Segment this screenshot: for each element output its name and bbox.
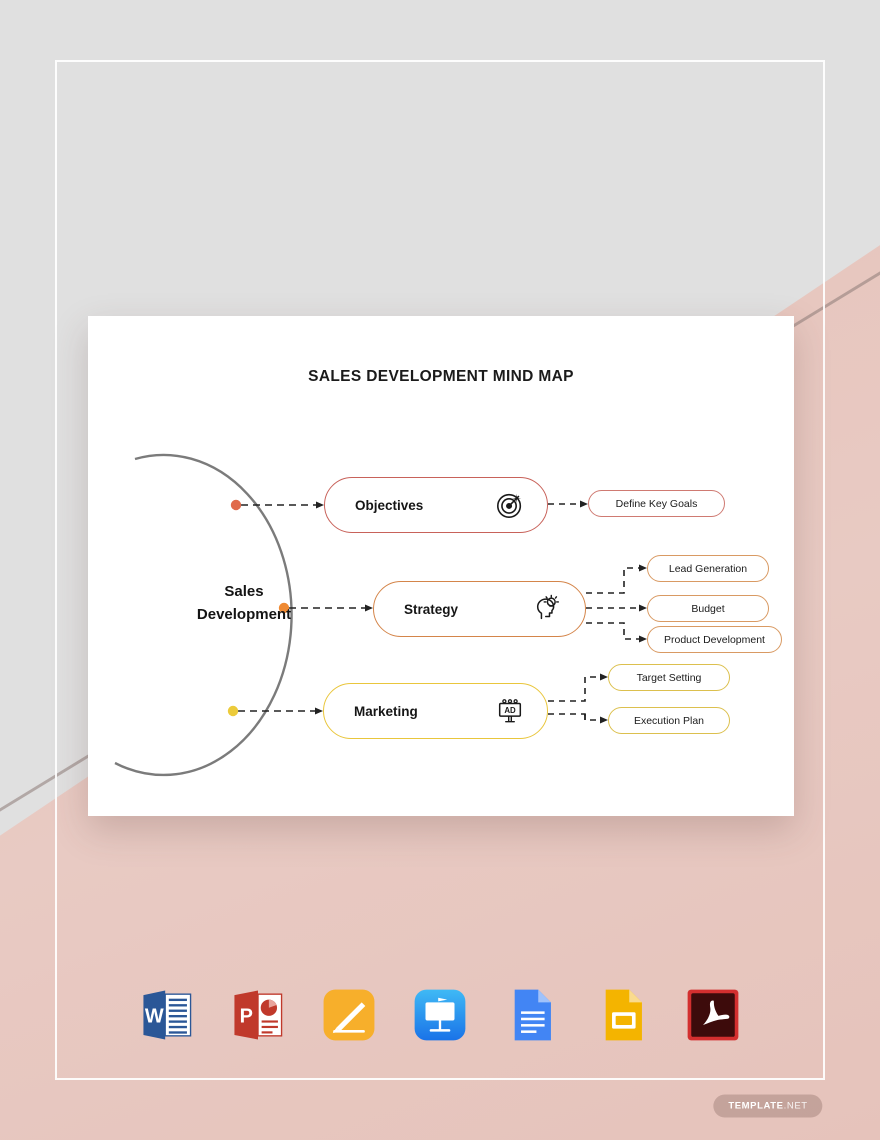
sub-node-define-key-goals[interactable]: Define Key Goals: [588, 490, 725, 517]
link-marketing-child-1: [584, 714, 600, 721]
arrowhead-strategy-child-1: [639, 604, 647, 612]
link-marketing-trunk: [548, 713, 586, 720]
branch-label-strategy: Strategy: [404, 601, 459, 617]
watermark-tld: .NET: [783, 1100, 808, 1112]
google-slides-icon[interactable]: [593, 986, 651, 1044]
sub-node-label: Execution Plan: [633, 714, 705, 727]
sub-node-label: Product Development: [664, 633, 765, 646]
link-strategy-child-2: [586, 622, 639, 640]
idea-head-icon: [536, 594, 560, 620]
arrowhead-marketing: [315, 707, 323, 715]
central-node-label-line2: Development: [196, 606, 292, 624]
watermark-brand: TEMPLATE: [728, 1100, 784, 1112]
arrowhead-strategy: [365, 604, 373, 612]
sub-node-label: Budget: [691, 602, 725, 615]
sub-node-product-development[interactable]: Product Development: [647, 626, 782, 653]
document-card: SALES DEVELOPMENT MIND MAP Sales Develop…: [88, 316, 794, 816]
svg-text:P: P: [240, 1005, 253, 1027]
branch-label-marketing: Marketing: [354, 703, 418, 719]
sub-node-target-setting[interactable]: Target Setting: [608, 664, 730, 691]
branch-label-objectives: Objectives: [355, 497, 424, 513]
arrowhead-objectives-child-0: [580, 500, 588, 508]
branch-node-strategy[interactable]: Strategy: [373, 581, 586, 637]
node-dot-objectives: [230, 499, 242, 511]
sub-node-execution-plan[interactable]: Execution Plan: [608, 707, 730, 734]
target-icon: [497, 493, 522, 518]
sub-node-lead-generation[interactable]: Lead Generation: [647, 555, 769, 582]
svg-text:AD: AD: [504, 706, 516, 715]
central-node-label-line1: Sales: [224, 583, 264, 600]
sub-node-label: Define Key Goals: [615, 497, 698, 510]
powerpoint-icon[interactable]: P: [229, 986, 287, 1044]
branch-node-objectives[interactable]: Objectives: [324, 477, 548, 533]
sub-node-budget[interactable]: Budget: [647, 595, 769, 622]
template-watermark: TEMPLATE.NET: [713, 1094, 823, 1118]
word-icon[interactable]: W: [138, 986, 196, 1044]
arrowhead-marketing-child-1: [600, 716, 608, 724]
arrowhead-strategy-child-0: [639, 564, 647, 572]
arrowhead-objectives: [316, 501, 324, 509]
arrowhead-strategy-child-2: [639, 635, 647, 643]
node-dot-marketing: [227, 705, 239, 717]
link-strategy-child-0: [586, 567, 639, 594]
keynote-icon[interactable]: [411, 986, 469, 1044]
branch-node-marketing[interactable]: Marketing AD: [323, 683, 548, 739]
ad-billboard-icon: AD: [498, 699, 522, 723]
arrowhead-marketing-child-0: [600, 673, 608, 681]
svg-text:W: W: [145, 1005, 164, 1027]
file-format-icon-row: W P: [0, 986, 880, 1044]
pdf-icon[interactable]: [684, 986, 742, 1044]
sub-node-label: Target Setting: [636, 671, 702, 684]
link-marketing-child-0: [548, 676, 600, 702]
google-docs-icon[interactable]: [502, 986, 560, 1044]
sub-node-label: Lead Generation: [668, 562, 748, 575]
central-node-label: Sales Development: [174, 580, 314, 627]
mind-map-canvas: Sales Development Objectives Define Key …: [88, 316, 794, 816]
pages-icon[interactable]: [320, 986, 378, 1044]
